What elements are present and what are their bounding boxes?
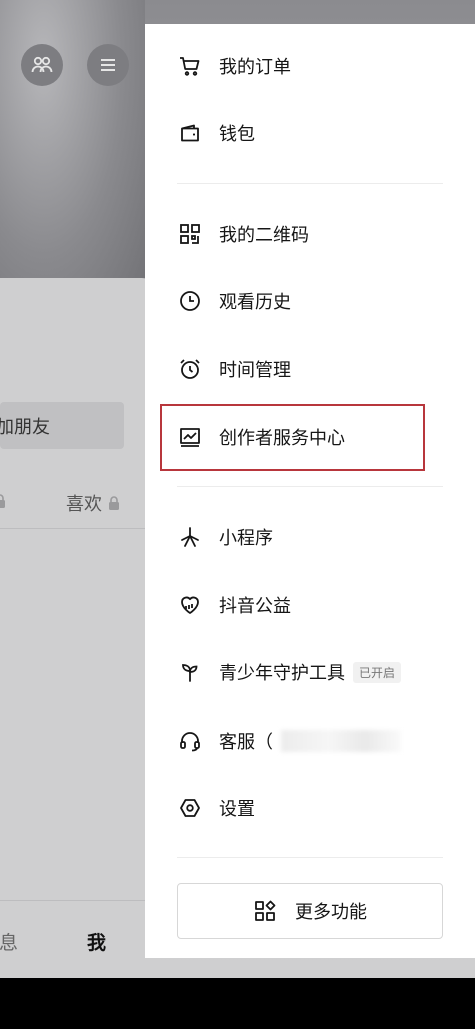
likes-tab[interactable]: 喜欢 (66, 490, 120, 516)
nav-message-label: 消息 (0, 932, 19, 954)
menu-item-label: 客服（ (219, 732, 273, 753)
menu-item-label: 时间管理 (219, 360, 291, 381)
menu-item-wallet[interactable]: 钱包 (177, 113, 255, 153)
menu-item-label: 创作者服务中心 (219, 428, 345, 449)
menu-item-label: 设置 (219, 799, 255, 820)
menu-divider (177, 183, 443, 184)
menu-item-charity[interactable]: 抖音公益 (177, 585, 291, 625)
likes-tab-label: 喜欢 (66, 494, 102, 515)
more-features-button[interactable]: 更多功能 (177, 883, 443, 939)
sprout-icon (177, 659, 203, 685)
side-drawer: 我的订单 钱包 我的二维码 观看历史 时间管理 创作者服务中心 小程序 抖音公益… (145, 24, 475, 958)
menu-item-watch-history[interactable]: 观看历史 (177, 281, 291, 321)
menu-item-label: 钱包 (219, 124, 255, 145)
nav-message-tab[interactable]: 消息 (0, 928, 18, 955)
menu-item-customer-service[interactable]: 客服（ (177, 721, 401, 761)
menu-item-label: 青少年守护工具 (219, 663, 345, 684)
redacted-blur (281, 730, 401, 752)
menu-item-orders[interactable]: 我的订单 (177, 46, 291, 86)
wallet-icon (177, 120, 203, 146)
menu-button[interactable] (87, 44, 129, 86)
add-friend-button[interactable]: 加朋友 (0, 402, 124, 449)
menu-item-label: 小程序 (219, 528, 273, 549)
clock-icon (177, 288, 203, 314)
menu-icon (101, 59, 115, 71)
friends-button[interactable] (21, 44, 63, 86)
menu-item-mini-programs[interactable]: 小程序 (177, 517, 273, 557)
status-badge: 已开启 (353, 661, 402, 683)
menu-item-label: 抖音公益 (219, 596, 291, 617)
nav-me-label: 我 (87, 932, 107, 954)
menu-item-time-management[interactable]: 时间管理 (177, 349, 291, 389)
profile-header-cover (0, 0, 145, 310)
menu-divider (177, 486, 443, 487)
chart-icon (177, 424, 203, 450)
menu-item-youth-protection[interactable]: 青少年守护工具 已开启 (177, 652, 402, 692)
menu-item-label: 观看历史 (219, 292, 291, 313)
nav-me-tab[interactable]: 我 (87, 928, 106, 955)
menu-item-label: 我的二维码 (219, 225, 309, 246)
menu-item-qr-code[interactable]: 我的二维码 (177, 214, 309, 254)
lock-icon (0, 494, 5, 508)
menu-divider (177, 857, 443, 858)
bottom-nav-divider (0, 900, 145, 901)
menu-item-settings[interactable]: 设置 (177, 788, 255, 828)
friends-icon (31, 56, 53, 73)
cart-icon (177, 53, 203, 79)
headset-icon (177, 728, 203, 754)
menu-item-creator-center[interactable]: 创作者服务中心 (177, 417, 345, 457)
menu-item-label: 我的订单 (219, 57, 291, 78)
alarm-clock-icon (177, 356, 203, 382)
mini-program-icon (177, 524, 203, 550)
grid-apps-icon (255, 900, 276, 921)
tab-divider (0, 528, 145, 529)
charity-heart-icon (177, 592, 203, 618)
qr-code-icon (177, 221, 203, 247)
lock-icon (109, 496, 119, 510)
profile-sheet (0, 278, 160, 978)
add-friend-label: 加朋友 (0, 416, 50, 438)
more-features-label: 更多功能 (295, 902, 367, 923)
settings-hexagon-icon (177, 795, 203, 821)
